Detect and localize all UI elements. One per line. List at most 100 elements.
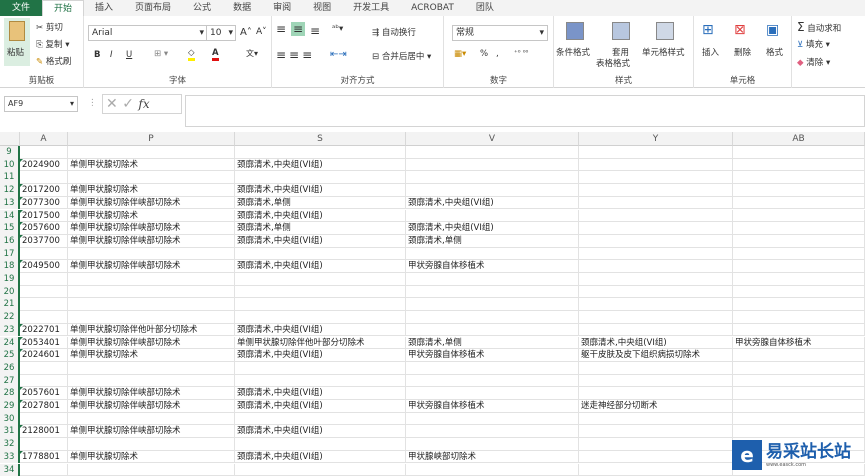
column-header-V[interactable]: V — [406, 132, 579, 146]
row-header[interactable]: 13 — [0, 197, 20, 210]
align-middle-icon[interactable]: ≡ — [291, 22, 305, 36]
cell-P[interactable] — [68, 171, 235, 184]
cell-V[interactable]: 颈廓清术,中央组(VI组) — [406, 222, 579, 235]
tab-8[interactable]: 开发工具 — [342, 0, 400, 16]
name-box[interactable]: AF9▾ — [4, 96, 78, 112]
cell-P[interactable]: 单侧甲状腺切除术 — [68, 451, 235, 464]
cell-P[interactable]: 单侧甲状腺切除伴峡部切除术 — [68, 337, 235, 350]
font-name-select[interactable]: Arial▾ — [88, 25, 208, 41]
cell-S[interactable]: 颈廓清术,中央组(VI组) — [235, 451, 406, 464]
cell-V[interactable]: 甲状旁腺自体移植术 — [406, 400, 579, 413]
cell-P[interactable]: 单侧甲状腺切除伴峡部切除术 — [68, 222, 235, 235]
cell-A[interactable]: 2077300 — [20, 197, 68, 210]
cell-Y[interactable] — [579, 222, 733, 235]
row-header[interactable]: 25 — [0, 349, 20, 362]
cell-V[interactable] — [406, 184, 579, 197]
decimal-icons[interactable]: ⁺⁰ ⁰⁰ — [514, 49, 528, 57]
cell-Y[interactable] — [579, 387, 733, 400]
cell-S[interactable] — [235, 146, 406, 159]
cell-A[interactable]: 2017200 — [20, 184, 68, 197]
cell-Y[interactable]: 躯干皮肤及皮下组织病损切除术 — [579, 349, 733, 362]
column-header-P[interactable]: P — [68, 132, 235, 146]
cell-S[interactable]: 颈廓清术,中央组(VI组) — [235, 159, 406, 172]
cell-Y[interactable]: 颈廓清术,中央组(VI组) — [579, 337, 733, 350]
font-size-select[interactable]: 10▾ — [206, 25, 236, 41]
cell-S[interactable] — [235, 413, 406, 426]
insert-function-icon[interactable]: fx — [138, 97, 149, 111]
tab-10[interactable]: 团队 — [465, 0, 505, 16]
cell-A[interactable] — [20, 286, 68, 299]
cell-V[interactable] — [406, 425, 579, 438]
tab-3[interactable]: 页面布局 — [124, 0, 182, 16]
indent-icons[interactable]: ⇤⇥ — [330, 49, 347, 60]
cell-V[interactable] — [406, 413, 579, 426]
tab-2[interactable]: 插入 — [84, 0, 124, 16]
cell-A[interactable]: 2128001 — [20, 425, 68, 438]
cell-Y[interactable] — [579, 438, 733, 451]
cell-P[interactable] — [68, 298, 235, 311]
cell-A[interactable] — [20, 362, 68, 375]
cell-AB[interactable] — [733, 349, 865, 362]
bold-button[interactable]: B — [94, 50, 100, 60]
cell-V[interactable] — [406, 438, 579, 451]
cell-S[interactable]: 颈廓清术,单侧 — [235, 197, 406, 210]
format-painter-button[interactable]: ✎ 格式刷 — [36, 55, 71, 67]
cell-P[interactable] — [68, 375, 235, 388]
column-header-S[interactable]: S — [235, 132, 406, 146]
cell-A[interactable] — [20, 438, 68, 451]
cell-S[interactable] — [235, 248, 406, 261]
cell-Y[interactable] — [579, 464, 733, 476]
font-color-icon[interactable]: A — [212, 48, 219, 61]
cell-Y[interactable] — [579, 286, 733, 299]
cell-Y[interactable] — [579, 171, 733, 184]
cell-P[interactable] — [68, 248, 235, 261]
cell-A[interactable] — [20, 273, 68, 286]
align-top-icon[interactable]: ≡ — [276, 22, 286, 36]
cell-AB[interactable] — [733, 387, 865, 400]
tab-4[interactable]: 公式 — [182, 0, 222, 16]
select-all-corner[interactable] — [0, 132, 20, 146]
cell-P[interactable] — [68, 286, 235, 299]
cell-P[interactable]: 单侧甲状腺切除伴他叶部分切除术 — [68, 324, 235, 337]
row-header[interactable]: 19 — [0, 273, 20, 286]
cell-AB[interactable] — [733, 413, 865, 426]
paste-button[interactable]: 粘贴 — [4, 18, 30, 66]
clear-button[interactable]: ◆ 清除 ▾ — [797, 56, 830, 68]
cell-S[interactable]: 颈廓清术,中央组(VI组) — [235, 425, 406, 438]
cell-V[interactable] — [406, 298, 579, 311]
cell-A[interactable] — [20, 311, 68, 324]
cell-AB[interactable] — [733, 146, 865, 159]
italic-button[interactable]: I — [110, 50, 113, 60]
horizontal-align-icons[interactable]: ≡≡≡ — [276, 48, 315, 62]
cell-V[interactable] — [406, 387, 579, 400]
cell-Y[interactable] — [579, 413, 733, 426]
tab-5[interactable]: 数据 — [222, 0, 262, 16]
cell-AB[interactable] — [733, 298, 865, 311]
cell-AB[interactable] — [733, 324, 865, 337]
row-header[interactable]: 31 — [0, 425, 20, 438]
row-header[interactable]: 15 — [0, 222, 20, 235]
fill-button[interactable]: ⊻ 填充 ▾ — [797, 38, 830, 50]
cell-A[interactable] — [20, 146, 68, 159]
cell-AB[interactable] — [733, 184, 865, 197]
cell-S[interactable]: 颈廓清术,中央组(VI组) — [235, 235, 406, 248]
row-header[interactable]: 28 — [0, 387, 20, 400]
cell-A[interactable] — [20, 464, 68, 476]
wrap-text-button[interactable]: ⇶ 自动换行 — [372, 26, 416, 38]
cell-P[interactable] — [68, 311, 235, 324]
cell-AB[interactable] — [733, 425, 865, 438]
cell-A[interactable]: 1778801 — [20, 451, 68, 464]
row-header[interactable]: 27 — [0, 375, 20, 388]
cell-Y[interactable] — [579, 298, 733, 311]
tab-7[interactable]: 视图 — [302, 0, 342, 16]
comma-button[interactable]: , — [496, 49, 499, 59]
cell-Y[interactable] — [579, 184, 733, 197]
cell-AB[interactable] — [733, 248, 865, 261]
cell-Y[interactable] — [579, 235, 733, 248]
cell-S[interactable]: 颈廓清术,中央组(VI组) — [235, 184, 406, 197]
cell-P[interactable]: 单侧甲状腺切除伴峡部切除术 — [68, 260, 235, 273]
row-header[interactable]: 24 — [0, 337, 20, 350]
cell-P[interactable]: 单侧甲状腺切除术 — [68, 184, 235, 197]
row-header[interactable]: 18 — [0, 260, 20, 273]
cell-P[interactable]: 单侧甲状腺切除伴峡部切除术 — [68, 197, 235, 210]
